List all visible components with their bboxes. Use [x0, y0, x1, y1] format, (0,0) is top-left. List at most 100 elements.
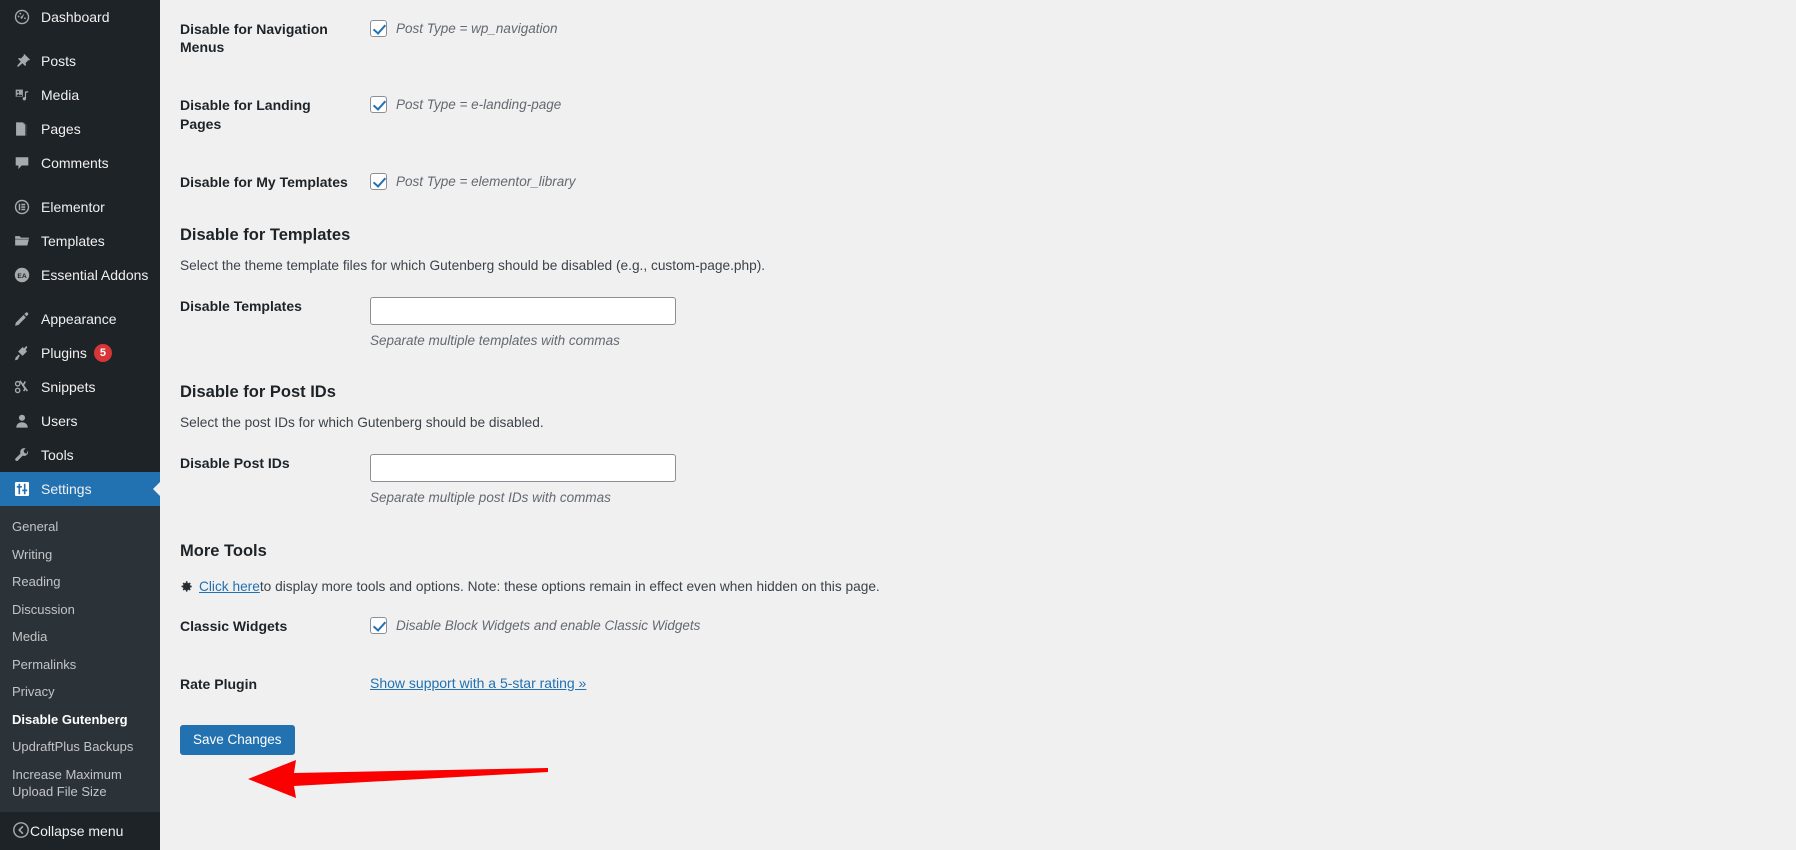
label-classic-widgets: Classic Widgets [180, 617, 288, 634]
more-tools-click-here-link[interactable]: Click here [199, 577, 260, 596]
scissors-icon [12, 377, 32, 397]
essential-addons-icon: EA [12, 265, 32, 285]
submenu-item-general[interactable]: General [0, 513, 160, 541]
disable-for-landing-pages-description: Post Type = e-landing-page [396, 97, 562, 113]
help-disable-post-ids: Separate multiple post IDs with commas [370, 489, 611, 505]
submenu-item-media[interactable]: Media [0, 623, 160, 651]
sidebar-item-label: Elementor [41, 199, 105, 215]
label-disable-for-navigation-menus: Disable for Navigation Menus [180, 21, 328, 56]
submenu-item-privacy[interactable]: Privacy [0, 678, 160, 706]
submenu-item-discussion[interactable]: Discussion [0, 596, 160, 624]
sidebar-item-label: Essential Addons [41, 267, 149, 283]
media-icon [12, 85, 32, 105]
sidebar-item-appearance[interactable]: Appearance [0, 302, 160, 336]
elementor-icon [12, 197, 32, 217]
classic-widgets-checkbox[interactable] [370, 616, 387, 634]
sidebar-item-label: Snippets [41, 379, 96, 395]
sidebar-item-essential-addons[interactable]: EA Essential Addons [0, 258, 160, 292]
svg-text:EA: EA [17, 273, 26, 280]
sidebar-separator [0, 180, 160, 190]
disable-for-my-templates-checkbox[interactable] [370, 172, 387, 190]
gear-icon [180, 580, 193, 593]
label-disable-for-my-templates: Disable for My Templates [180, 173, 348, 190]
sidebar-item-templates[interactable]: Templates [0, 224, 160, 258]
field-row-disable-for-my-templates: Disable for My Templates Post Type = elem… [160, 153, 1796, 211]
collapse-menu-label: Collapse menu [30, 823, 124, 839]
label-rate-plugin: Rate Plugin [180, 675, 258, 692]
sidebar-item-label: Templates [41, 233, 105, 249]
submenu-item-reading[interactable]: Reading [0, 568, 160, 596]
section-desc-templates: Select the theme template files for whic… [180, 258, 766, 274]
collapse-menu-button[interactable]: Collapse menu [0, 812, 160, 850]
settings-content: Disable for Navigation Menus Post Type = … [160, 0, 1796, 850]
disable-post-ids-input[interactable] [370, 453, 676, 482]
sidebar-item-label: Media [41, 87, 80, 103]
brush-icon [12, 309, 32, 329]
folder-icon [12, 231, 32, 251]
save-changes-button[interactable]: Save Changes [180, 724, 295, 755]
sidebar-item-label: Settings [41, 481, 92, 497]
sidebar-item-label: Tools [41, 447, 74, 463]
submenu-item-writing[interactable]: Writing [0, 541, 160, 569]
sidebar-item-snippets[interactable]: Snippets [0, 370, 160, 404]
sidebar-item-posts[interactable]: Posts [0, 44, 160, 78]
sidebar-item-users[interactable]: Users [0, 404, 160, 438]
wrench-icon [12, 445, 32, 465]
field-row-disable-for-landing-pages: Disable for Landing Pages Post Type = e-l… [160, 76, 1796, 152]
post-type-settings-table: Disable for Navigation Menus Post Type = … [160, 0, 1796, 211]
sidebar-item-label: Appearance [41, 311, 117, 327]
help-disable-templates: Separate multiple templates with commas [370, 332, 620, 348]
sidebar-item-plugins[interactable]: Plugins 5 [0, 336, 160, 370]
pages-icon [12, 119, 32, 139]
field-row-disable-for-navigation-menus: Disable for Navigation Menus Post Type = … [160, 0, 1796, 76]
sidebar-item-settings[interactable]: Settings [0, 472, 161, 506]
disable-for-navigation-menus-checkbox[interactable] [370, 20, 387, 37]
disable-for-landing-pages-checkbox[interactable] [370, 96, 387, 114]
label-disable-post-ids: Disable Post IDs [180, 454, 290, 471]
sidebar-item-media[interactable]: Media [0, 78, 160, 112]
sidebar-item-label: Posts [41, 53, 77, 69]
admin-sidebar: Dashboard Posts Media Pages Comments Elemento… [0, 0, 161, 850]
pin-icon [12, 51, 32, 71]
disable-templates-input[interactable] [370, 296, 676, 325]
sidebar-item-label: Comments [41, 155, 109, 171]
sidebar-item-comments[interactable]: Comments [0, 146, 160, 180]
collapse-arrow-icon [12, 821, 30, 842]
sidebar-item-label: Pages [41, 121, 81, 137]
sidebar-item-pages[interactable]: Pages [0, 112, 160, 146]
field-row-disable-templates: Disable Templates Separate multiple temp… [160, 277, 1796, 368]
section-title-templates: Disable for Templates [180, 225, 351, 244]
more-tools-note-text: to display more tools and options. Note:… [259, 579, 880, 595]
sliders-icon [12, 479, 32, 499]
settings-submenu: General Writing Reading Discussion Media Perm… [0, 506, 160, 816]
disable-for-navigation-menus-description: Post Type = wp_navigation [396, 21, 558, 36]
field-row-classic-widgets: Classic Widgets Disable Block Widgets an… [160, 597, 1796, 655]
more-tools-note: Click here to display more tools and opt… [160, 577, 1796, 596]
classic-widgets-description: Disable Block Widgets and enable Classic… [396, 617, 701, 633]
submenu-item-updraftplus-backups[interactable]: UpdraftPlus Backups [0, 733, 160, 761]
user-icon [12, 411, 32, 431]
label-disable-for-landing-pages: Disable for Landing Pages [180, 97, 311, 132]
dashboard-icon [12, 7, 32, 27]
submenu-item-disable-gutenberg[interactable]: Disable Gutenberg [0, 706, 160, 734]
field-row-disable-post-ids: Disable Post IDs Separate multiple post … [160, 434, 1796, 525]
field-row-rate-plugin: Rate Plugin Show support with a 5-star r… [160, 655, 1796, 713]
sidebar-item-label: Plugins [41, 345, 87, 361]
sidebar-item-dashboard[interactable]: Dashboard [0, 0, 160, 34]
sidebar-separator [0, 292, 160, 302]
wp-admin-screen: Dashboard Posts Media Pages Comments Elemento… [0, 0, 1796, 850]
label-disable-templates: Disable Templates [180, 297, 302, 314]
section-desc-post-ids: Select the post IDs for which Gutenberg … [180, 415, 544, 431]
comments-icon [12, 153, 32, 173]
section-title-post-ids: Disable for Post IDs [180, 382, 336, 401]
disable-for-my-templates-description: Post Type = elementor_library [396, 173, 576, 189]
plugins-update-badge: 5 [93, 344, 112, 362]
rate-plugin-link[interactable]: Show support with a 5-star rating » [370, 675, 586, 691]
submenu-item-permalinks[interactable]: Permalinks [0, 651, 160, 679]
sidebar-item-elementor[interactable]: Elementor [0, 190, 160, 224]
section-title-more-tools: More Tools [180, 541, 267, 560]
plug-icon [12, 343, 32, 363]
submenu-item-increase-maximum-upload-file-size[interactable]: Increase Maximum Upload File Size [0, 761, 160, 806]
sidebar-item-label: Dashboard [41, 9, 110, 25]
sidebar-item-tools[interactable]: Tools [0, 438, 160, 472]
